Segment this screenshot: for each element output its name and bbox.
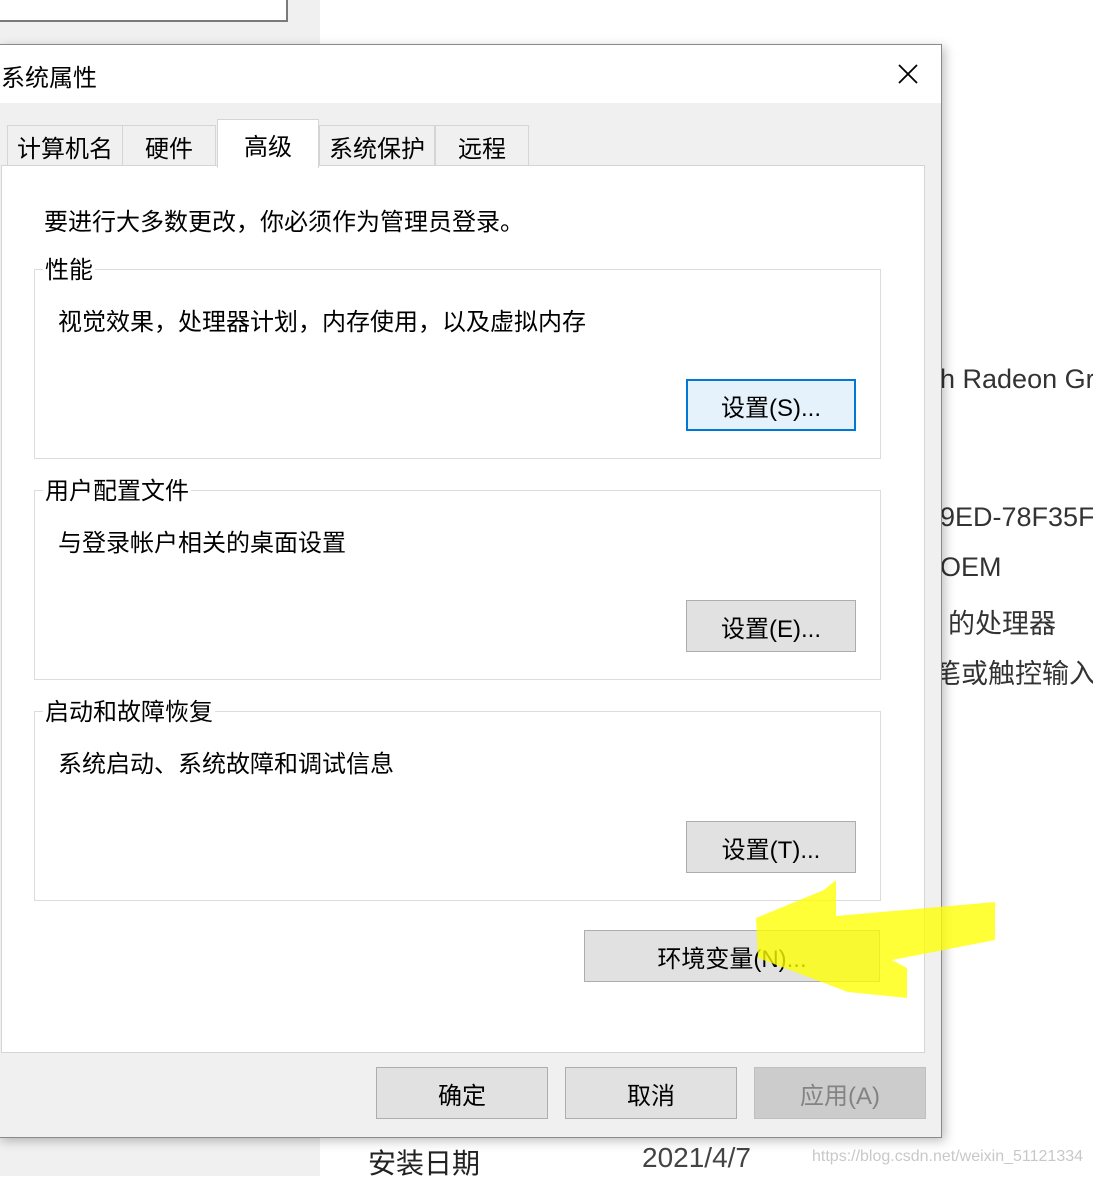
group-legend: 启动和故障恢复 (43, 692, 215, 727)
group-description: 视觉效果，处理器计划，内存使用，以及虚拟内存 (58, 309, 586, 336)
background-text: 的处理器 (948, 609, 1056, 639)
group-legend: 用户配置文件 (43, 471, 191, 506)
watermark: https://blog.csdn.net/weixin_51121334 (812, 1148, 1084, 1165)
background-text: 笔或触控输入 (934, 659, 1093, 689)
admin-notice: 要进行大多数更改，你必须作为管理员登录。 (44, 209, 524, 236)
user-profiles-group: 用户配置文件 与登录帐户相关的桌面设置 设置(E)... (34, 471, 881, 680)
advanced-tab-page: 要进行大多数更改，你必须作为管理员登录。 性能 视觉效果，处理器计划，内存使用，… (1, 165, 925, 1053)
install-date-label: 安装日期 (368, 1148, 481, 1179)
performance-settings-button[interactable]: 设置(S)... (686, 379, 856, 431)
background-text: h Radeon Gr (940, 364, 1093, 394)
tab-computer-name[interactable]: 计算机名 (7, 125, 123, 166)
tab-remote[interactable]: 远程 (435, 125, 529, 166)
apply-button[interactable]: 应用(A) (754, 1067, 926, 1119)
ok-button[interactable]: 确定 (376, 1067, 548, 1119)
group-legend: 性能 (43, 250, 95, 285)
startup-recovery-settings-button[interactable]: 设置(T)... (686, 821, 856, 873)
user-profiles-settings-button[interactable]: 设置(E)... (686, 600, 856, 652)
environment-variables-button[interactable]: 环境变量(N)... (584, 930, 880, 982)
tab-hardware[interactable]: 硬件 (122, 125, 216, 166)
group-description: 与登录帐户相关的桌面设置 (58, 530, 346, 557)
startup-recovery-group: 启动和故障恢复 系统启动、系统故障和调试信息 设置(T)... (34, 692, 881, 901)
title-bar[interactable]: 系统属性 (0, 45, 941, 103)
background-input (0, 0, 288, 22)
background-text: OEM (940, 552, 1002, 582)
close-icon (898, 64, 918, 84)
install-date-value: 2021/4/7 (642, 1142, 751, 1173)
group-description: 系统启动、系统故障和调试信息 (58, 751, 394, 778)
close-button[interactable] (875, 45, 941, 103)
cancel-button[interactable]: 取消 (565, 1067, 737, 1119)
tab-advanced[interactable]: 高级 (217, 119, 319, 168)
performance-group: 性能 视觉效果，处理器计划，内存使用，以及虚拟内存 设置(S)... (34, 250, 881, 459)
system-properties-dialog: 系统属性 计算机名 硬件 高级 系统保护 远程 要进行大多数更改，你必须作为管理… (0, 44, 942, 1138)
background-text: 9ED-78F35F9 (940, 502, 1093, 532)
dialog-title: 系统属性 (1, 65, 97, 92)
tab-system-protection[interactable]: 系统保护 (319, 125, 435, 166)
